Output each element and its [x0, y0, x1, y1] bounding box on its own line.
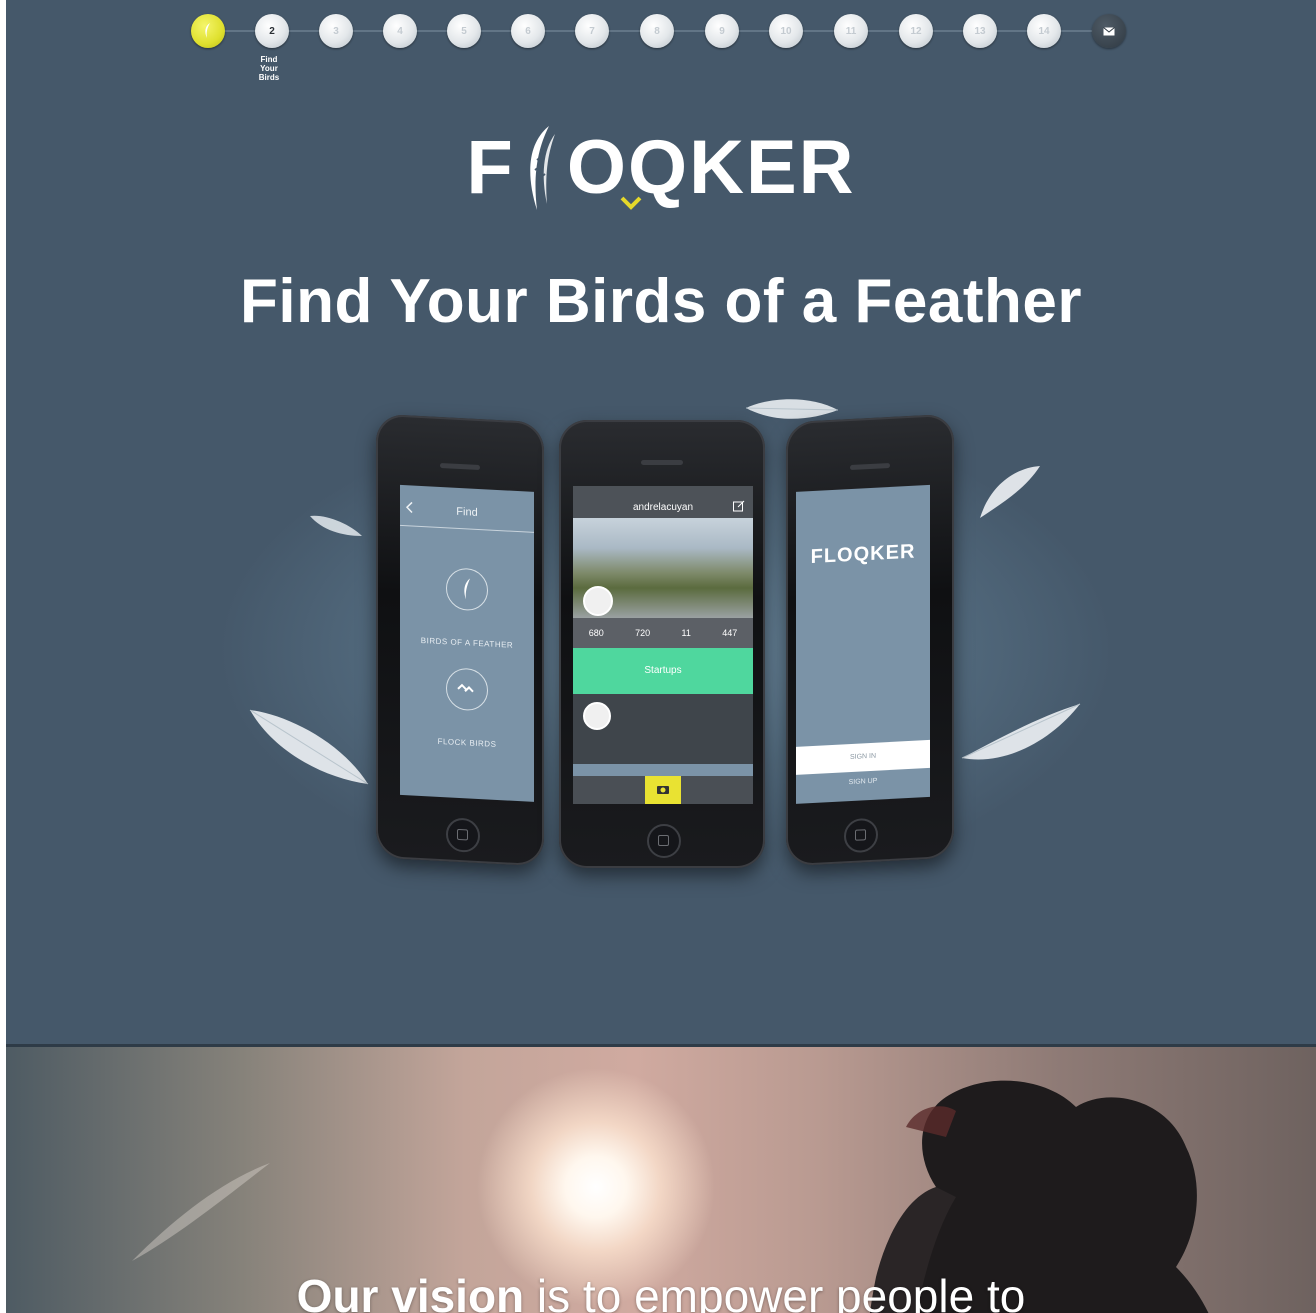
- logo-wordmark: OQKER: [566, 125, 856, 210]
- phone-speaker: [850, 462, 890, 471]
- nav-step-number: 3: [333, 25, 339, 37]
- vision-rest: is to empower people to: [524, 1270, 1026, 1313]
- option-label: FLOCK BIRDS: [437, 736, 497, 749]
- nav-step-number: 10: [780, 25, 792, 37]
- tab-camera[interactable]: [645, 776, 681, 804]
- sign-up-link[interactable]: SIGN UP: [796, 775, 930, 789]
- landing-page: 2 3 4 5 6 7 8 9 10 11 12 13 14 Find Your B…: [6, 0, 1316, 1313]
- phone-speaker: [440, 462, 480, 471]
- nav-step-number: 14: [1038, 25, 1050, 37]
- chevron-down-icon: [620, 196, 642, 210]
- feather-decoration: [980, 466, 1040, 518]
- feed-post: [573, 694, 753, 764]
- cover-photo: [573, 518, 753, 618]
- feather-icon: [205, 23, 210, 38]
- option-label: BIRDS OF A FEATHER: [420, 635, 514, 650]
- nav-step-5[interactable]: 5: [447, 14, 481, 48]
- nav-step-4[interactable]: 4: [383, 14, 417, 48]
- phone-left: Find BIRDS OF A FEATHER FLOCK BIRDS: [376, 413, 544, 867]
- feather-decoration: [249, 709, 369, 785]
- screen-logo: FLOQKER: [810, 540, 916, 569]
- phone-home-button: [844, 817, 878, 854]
- tab-more[interactable]: [717, 776, 753, 804]
- profile-stats: 680 720 11 447: [573, 618, 753, 648]
- birds-icon: [457, 683, 474, 693]
- phone-home-button: [446, 817, 480, 854]
- nav-step-number: 7: [589, 25, 595, 37]
- nav-step-number: 4: [397, 25, 403, 37]
- mail-icon: [1103, 26, 1115, 35]
- nav-step-14[interactable]: 14: [1027, 14, 1061, 48]
- vision-bold: Our vision: [296, 1270, 525, 1313]
- nav-step-1-feather[interactable]: [191, 14, 225, 48]
- nav-step-number: 13: [974, 25, 986, 37]
- nav-step-10[interactable]: 10: [769, 14, 803, 48]
- nav-step-number: 2: [269, 25, 275, 37]
- nav-step-9[interactable]: 9: [705, 14, 739, 48]
- brand-logo[interactable]: F OQKER: [6, 118, 1316, 228]
- camera-icon: [657, 786, 669, 794]
- flock-option-button[interactable]: [446, 667, 488, 712]
- nav-step-7[interactable]: 7: [575, 14, 609, 48]
- stat-value: 11: [681, 628, 691, 638]
- username: andrelacuyan: [632, 502, 694, 513]
- nav-step-8[interactable]: 8: [640, 14, 674, 48]
- tab-notifications[interactable]: [681, 776, 717, 804]
- stat-value: 447: [722, 628, 738, 638]
- nav-step-number: 9: [719, 25, 725, 37]
- nav-step-number: 8: [654, 25, 660, 37]
- tab-profile[interactable]: [609, 776, 645, 804]
- tab-bar: [573, 776, 753, 804]
- vision-statement: Our vision is to empower people to: [6, 1268, 1316, 1313]
- feather-decoration: [961, 703, 1081, 760]
- nav-current-label: Find Your Birds: [258, 55, 280, 82]
- phone-center: andrelacuyan 680 720 11 447 Startups: [559, 420, 765, 868]
- logo-letter-f: F: [466, 125, 515, 210]
- progress-nav: 2 3 4 5 6 7 8 9 10 11 12 13 14 Find Your B…: [6, 0, 1316, 100]
- tab-feed[interactable]: [573, 776, 609, 804]
- phone-right-screen: FLOQKER SIGN IN SIGN UP: [796, 484, 930, 804]
- headline: Find Your Birds of a Feather: [240, 267, 1082, 336]
- nav-step-number: 5: [461, 25, 467, 37]
- stat-value: 720: [635, 628, 651, 638]
- phone-center-screen: andrelacuyan 680 720 11 447 Startups: [573, 486, 753, 804]
- phone-speaker: [641, 460, 683, 465]
- stat-value: 680: [588, 628, 604, 638]
- nav-step-2[interactable]: 2: [255, 14, 289, 48]
- nav-step-12[interactable]: 12: [899, 14, 933, 48]
- nav-step-3[interactable]: 3: [319, 14, 353, 48]
- compose-icon[interactable]: [733, 500, 745, 512]
- phone-left-screen: Find BIRDS OF A FEATHER FLOCK BIRDS: [400, 484, 534, 802]
- feather-decoration: [132, 1163, 270, 1261]
- nav-contact[interactable]: [1092, 14, 1126, 48]
- avatar: [583, 702, 611, 730]
- nav-step-11[interactable]: 11: [834, 14, 868, 48]
- feather-option-button[interactable]: [446, 567, 488, 612]
- nav-step-number: 6: [525, 25, 531, 37]
- phone-right: FLOQKER SIGN IN SIGN UP: [786, 413, 954, 867]
- feather-logo-icon: [530, 126, 555, 210]
- profile-header: andrelacuyan: [573, 486, 753, 518]
- feather-icon: [464, 578, 470, 600]
- nav-step-13[interactable]: 13: [963, 14, 997, 48]
- sign-in-button[interactable]: SIGN IN: [796, 739, 930, 775]
- nav-step-number: 12: [910, 25, 922, 37]
- feather-decoration: [310, 515, 362, 536]
- startups-button[interactable]: Startups: [573, 648, 753, 694]
- nav-step-number: 11: [845, 25, 857, 37]
- avatar: [583, 586, 613, 616]
- nav-step-6[interactable]: 6: [511, 14, 545, 48]
- phone-home-button: [647, 824, 681, 858]
